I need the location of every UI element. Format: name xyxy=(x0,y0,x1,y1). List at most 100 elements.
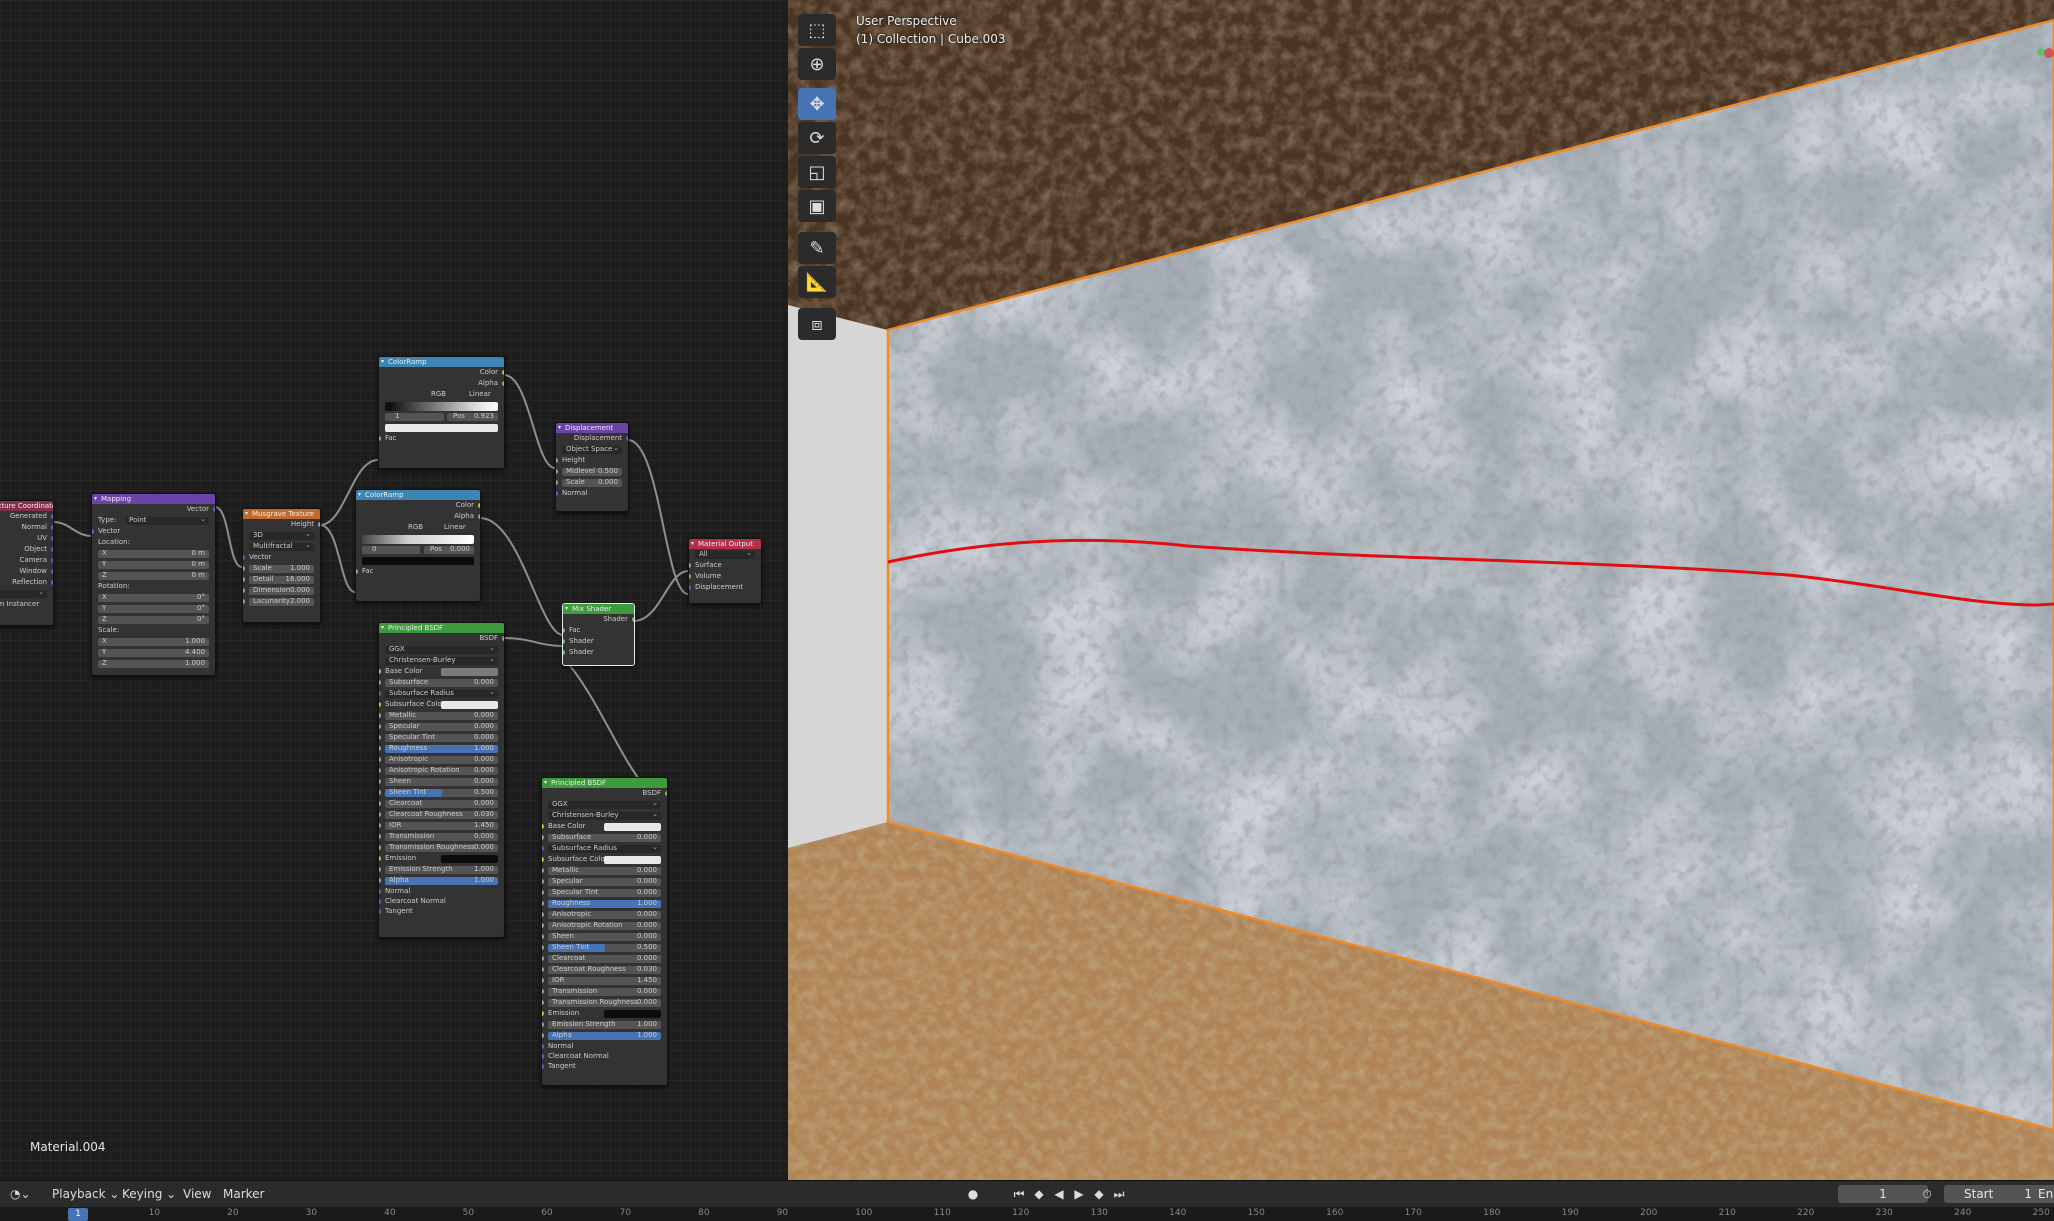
node-header[interactable]: Principled BSDF xyxy=(542,778,667,788)
node-header[interactable]: Material Output xyxy=(689,539,761,549)
stop-color-swatch[interactable] xyxy=(356,555,480,566)
subsurface-radius-field[interactable]: Subsurface Radius xyxy=(379,688,504,699)
transmission-roughness-field[interactable]: Transmission Roughness 0.000 xyxy=(542,997,667,1008)
emission-field[interactable]: Emission xyxy=(542,1008,667,1019)
scale-x-field[interactable]: X 1.000 xyxy=(92,636,215,647)
ramp-controls[interactable]: RGB Linear xyxy=(356,522,480,533)
metallic-field[interactable]: Metallic 0.000 xyxy=(542,865,667,876)
emission-field[interactable]: Emission xyxy=(379,853,504,864)
output-normal[interactable]: Normal xyxy=(0,522,53,533)
scale-field[interactable]: Scale 1.000 xyxy=(243,563,320,574)
anisotropic-field[interactable]: Anisotropic 0.000 xyxy=(379,754,504,765)
location-x-field[interactable]: X 0 m xyxy=(92,548,215,559)
stopwatch-icon[interactable]: ⏱ xyxy=(1918,1185,1936,1203)
distribution-select[interactable]: GGX xyxy=(542,799,667,810)
interpolation-select[interactable]: Linear xyxy=(469,389,491,400)
node-mapping[interactable]: Mapping Vector Type: Point Vector Locatio… xyxy=(91,493,216,676)
node-color-ramp-1[interactable]: ColorRamp Color Alpha RGB Linear 1 Pos 0.92… xyxy=(378,356,505,469)
output-displacement[interactable]: Displacement xyxy=(556,433,628,444)
node-header[interactable]: Displacement xyxy=(556,423,628,433)
transmission-field[interactable]: Transmission 0.000 xyxy=(379,831,504,842)
specular-field[interactable]: Specular 0.000 xyxy=(542,876,667,887)
scale-z-field[interactable]: Z 1.000 xyxy=(92,658,215,669)
output-bsdf[interactable]: BSDF xyxy=(379,633,504,644)
node-header[interactable]: Principled BSDF xyxy=(379,623,504,633)
annotate-tool[interactable]: ✎ xyxy=(798,232,836,264)
clearcoat-roughness-field[interactable]: Clearcoat Roughness 0.030 xyxy=(379,809,504,820)
metallic-field[interactable]: Metallic 0.000 xyxy=(379,710,504,721)
color-mode-select[interactable]: RGB xyxy=(408,522,423,533)
editor-type-button[interactable]: ◔⌄ xyxy=(10,1186,38,1202)
scale-tool[interactable]: ◱ xyxy=(798,156,836,188)
play-button[interactable]: ▶ xyxy=(1070,1185,1088,1203)
output-height[interactable]: Height xyxy=(243,519,320,530)
current-frame-field[interactable]: 1 xyxy=(1838,1185,1928,1203)
node-header[interactable]: Musgrave Texture xyxy=(243,509,320,519)
node-header[interactable]: ColorRamp xyxy=(379,357,504,367)
node-header[interactable]: Texture Coordinate xyxy=(0,501,53,511)
input-fac[interactable]: Fac xyxy=(379,433,504,444)
add-cube-tool[interactable]: ⧈ xyxy=(798,308,836,340)
mapping-type-select[interactable]: Type: Point xyxy=(92,515,215,526)
sheen-tint-field[interactable]: Sheen Tint 0.500 xyxy=(379,787,504,798)
output-camera[interactable]: Camera xyxy=(0,555,53,566)
input-fac[interactable]: Fac xyxy=(356,566,480,577)
scale-y-field[interactable]: Y 4.400 xyxy=(92,647,215,658)
output-alpha[interactable]: Alpha xyxy=(379,378,504,389)
ior-field[interactable]: IOR 1.450 xyxy=(542,975,667,986)
output-bsdf[interactable]: BSDF xyxy=(542,788,667,799)
node-mix-shader[interactable]: Mix Shader Shader Fac Shader Shader xyxy=(562,603,635,666)
output-alpha[interactable]: Alpha xyxy=(356,511,480,522)
distribution-select[interactable]: GGX xyxy=(379,644,504,655)
prev-keyframe-button[interactable]: ◆ xyxy=(1030,1185,1048,1203)
alpha-field[interactable]: Alpha 1.000 xyxy=(379,875,504,886)
specular-tint-field[interactable]: Specular Tint 0.000 xyxy=(542,887,667,898)
node-material-output[interactable]: Material Output All Surface Volume Displ… xyxy=(688,538,762,604)
move-tool[interactable]: ✥ xyxy=(798,88,836,120)
node-header[interactable]: ColorRamp xyxy=(356,490,480,500)
rotation-z-field[interactable]: Z 0° xyxy=(92,614,215,625)
transmission-roughness-field[interactable]: Transmission Roughness 0.000 xyxy=(379,842,504,853)
record-button[interactable]: ● xyxy=(964,1185,982,1203)
3d-viewport[interactable]: User Perspective (1) Collection | Cube.0… xyxy=(788,0,2054,1180)
input-displacement[interactable]: Displacement xyxy=(689,582,761,593)
rotation-y-field[interactable]: Y 0° xyxy=(92,603,215,614)
timeline-editor[interactable]: ◔⌄ Playback ⌄ Keying ⌄ View Marker ● ⏮ ◆… xyxy=(0,1180,2054,1221)
node-displacement[interactable]: Displacement Displacement Object Space H… xyxy=(555,422,629,512)
clearcoat-roughness-field[interactable]: Clearcoat Roughness 0.030 xyxy=(542,964,667,975)
select-box-tool[interactable]: ⬚ xyxy=(798,14,836,46)
ior-field[interactable]: IOR 1.450 xyxy=(379,820,504,831)
musgrave-type-select[interactable]: Multifractal xyxy=(243,541,320,552)
ramp-gradient[interactable] xyxy=(356,533,480,544)
end-frame-field[interactable]: En xyxy=(2032,1185,2054,1203)
subsurface-field[interactable]: Subsurface 0.000 xyxy=(542,832,667,843)
input-normal[interactable]: Normal xyxy=(379,886,504,896)
base-color-field[interactable]: Base Color xyxy=(542,821,667,832)
node-principled-bsdf-2[interactable]: Principled BSDFBSDF GGX Christensen-Burley… xyxy=(541,777,668,1086)
dimensions-select[interactable]: 3D xyxy=(243,530,320,541)
subsurface-color-field[interactable]: Subsurface Color xyxy=(379,699,504,710)
ramp-controls[interactable]: RGB Linear xyxy=(379,389,504,400)
location-z-field[interactable]: Z 0 m xyxy=(92,570,215,581)
playhead[interactable]: 1 xyxy=(68,1208,88,1221)
ramp-stop-fields[interactable]: 0 Pos 0.000 xyxy=(356,544,480,555)
input-clearcoat-normal[interactable]: Clearcoat Normal xyxy=(542,1051,667,1061)
input-height[interactable]: Height xyxy=(556,455,628,466)
output-object[interactable]: Object xyxy=(0,544,53,555)
node-principled-bsdf-1[interactable]: Principled BSDFBSDF GGX Christensen-Burley… xyxy=(378,622,505,938)
output-window[interactable]: Window xyxy=(0,566,53,577)
scale-field[interactable]: Scale 0.000 xyxy=(556,477,628,488)
input-tangent[interactable]: Tangent xyxy=(542,1061,667,1071)
anisotropic-rotation-field[interactable]: Anisotropic Rotation 0.000 xyxy=(379,765,504,776)
input-tangent[interactable]: Tangent xyxy=(379,906,504,916)
output-shader[interactable]: Shader xyxy=(563,614,634,625)
next-keyframe-button[interactable]: ◆ xyxy=(1090,1185,1108,1203)
specular-field[interactable]: Specular 0.000 xyxy=(379,721,504,732)
subsurface-method-select[interactable]: Christensen-Burley xyxy=(542,810,667,821)
ramp-stop-fields[interactable]: 1 Pos 0.923 xyxy=(379,411,504,422)
input-normal[interactable]: Normal xyxy=(542,1041,667,1051)
start-frame-field[interactable]: Start 1 xyxy=(1944,1185,2046,1203)
roughness-field[interactable]: Roughness 1.000 xyxy=(379,743,504,754)
playback-menu[interactable]: Playback ⌄ xyxy=(52,1186,119,1202)
output-color[interactable]: Color xyxy=(379,367,504,378)
